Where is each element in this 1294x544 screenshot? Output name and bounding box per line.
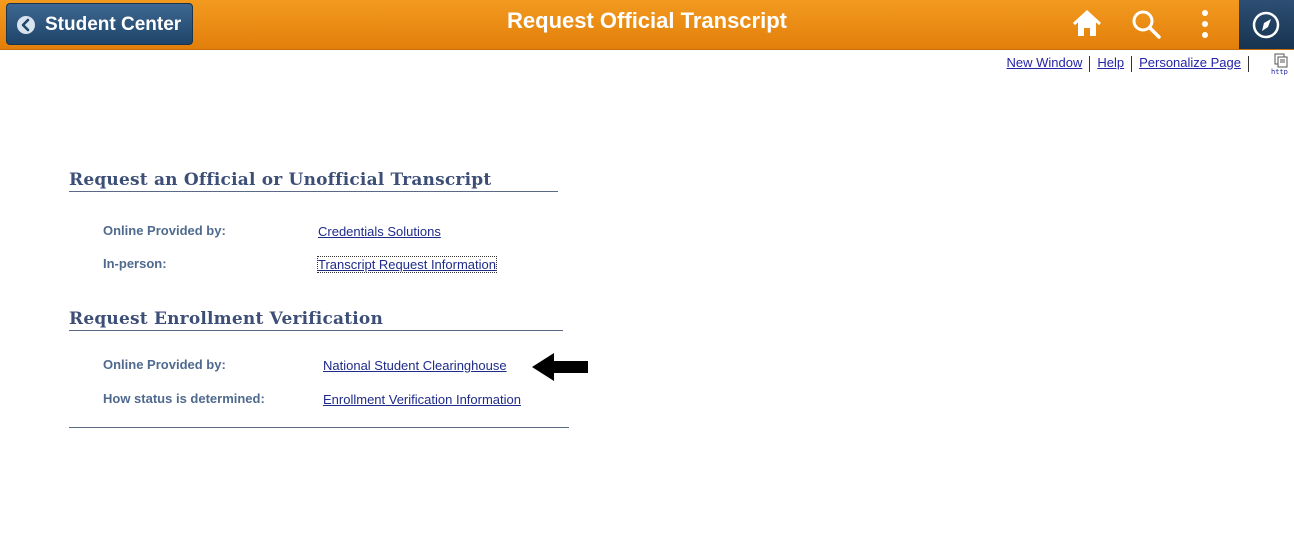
transcript-online-label: Online Provided by: xyxy=(103,223,226,238)
transcript-request-information-link[interactable]: Transcript Request Information xyxy=(317,256,497,273)
http-page-icon[interactable]: http xyxy=(1270,53,1292,80)
enrollment-section-title: Request Enrollment Verification xyxy=(69,309,384,329)
header-banner: Student Center Request Official Transcri… xyxy=(0,0,1294,50)
top-links: New Window Help Personalize Page xyxy=(1006,55,1256,72)
link-separator xyxy=(1131,55,1133,72)
home-icon[interactable] xyxy=(1071,8,1103,45)
personalize-page-link[interactable]: Personalize Page xyxy=(1139,55,1241,70)
section-divider xyxy=(69,330,563,331)
credentials-solutions-link[interactable]: Credentials Solutions xyxy=(318,224,441,239)
help-link[interactable]: Help xyxy=(1097,55,1124,70)
enrollment-status-label: How status is determined: xyxy=(103,391,265,406)
arrow-left-icon xyxy=(532,352,589,387)
search-icon[interactable] xyxy=(1130,8,1162,45)
more-vertical-icon[interactable] xyxy=(1196,8,1214,45)
navbar-button[interactable] xyxy=(1239,0,1294,49)
section-divider xyxy=(69,191,558,192)
transcript-section-title: Request an Official or Unofficial Transc… xyxy=(69,170,492,190)
enrollment-online-label: Online Provided by: xyxy=(103,357,226,372)
bottom-divider xyxy=(69,427,569,428)
http-label: http xyxy=(1271,68,1288,75)
link-separator xyxy=(1248,55,1249,72)
national-student-clearinghouse-link[interactable]: National Student Clearinghouse xyxy=(323,358,507,373)
enrollment-verification-information-link[interactable]: Enrollment Verification Information xyxy=(323,392,521,407)
transcript-inperson-label: In-person: xyxy=(103,256,167,271)
new-window-link[interactable]: New Window xyxy=(1006,55,1082,70)
link-separator xyxy=(1089,55,1091,72)
